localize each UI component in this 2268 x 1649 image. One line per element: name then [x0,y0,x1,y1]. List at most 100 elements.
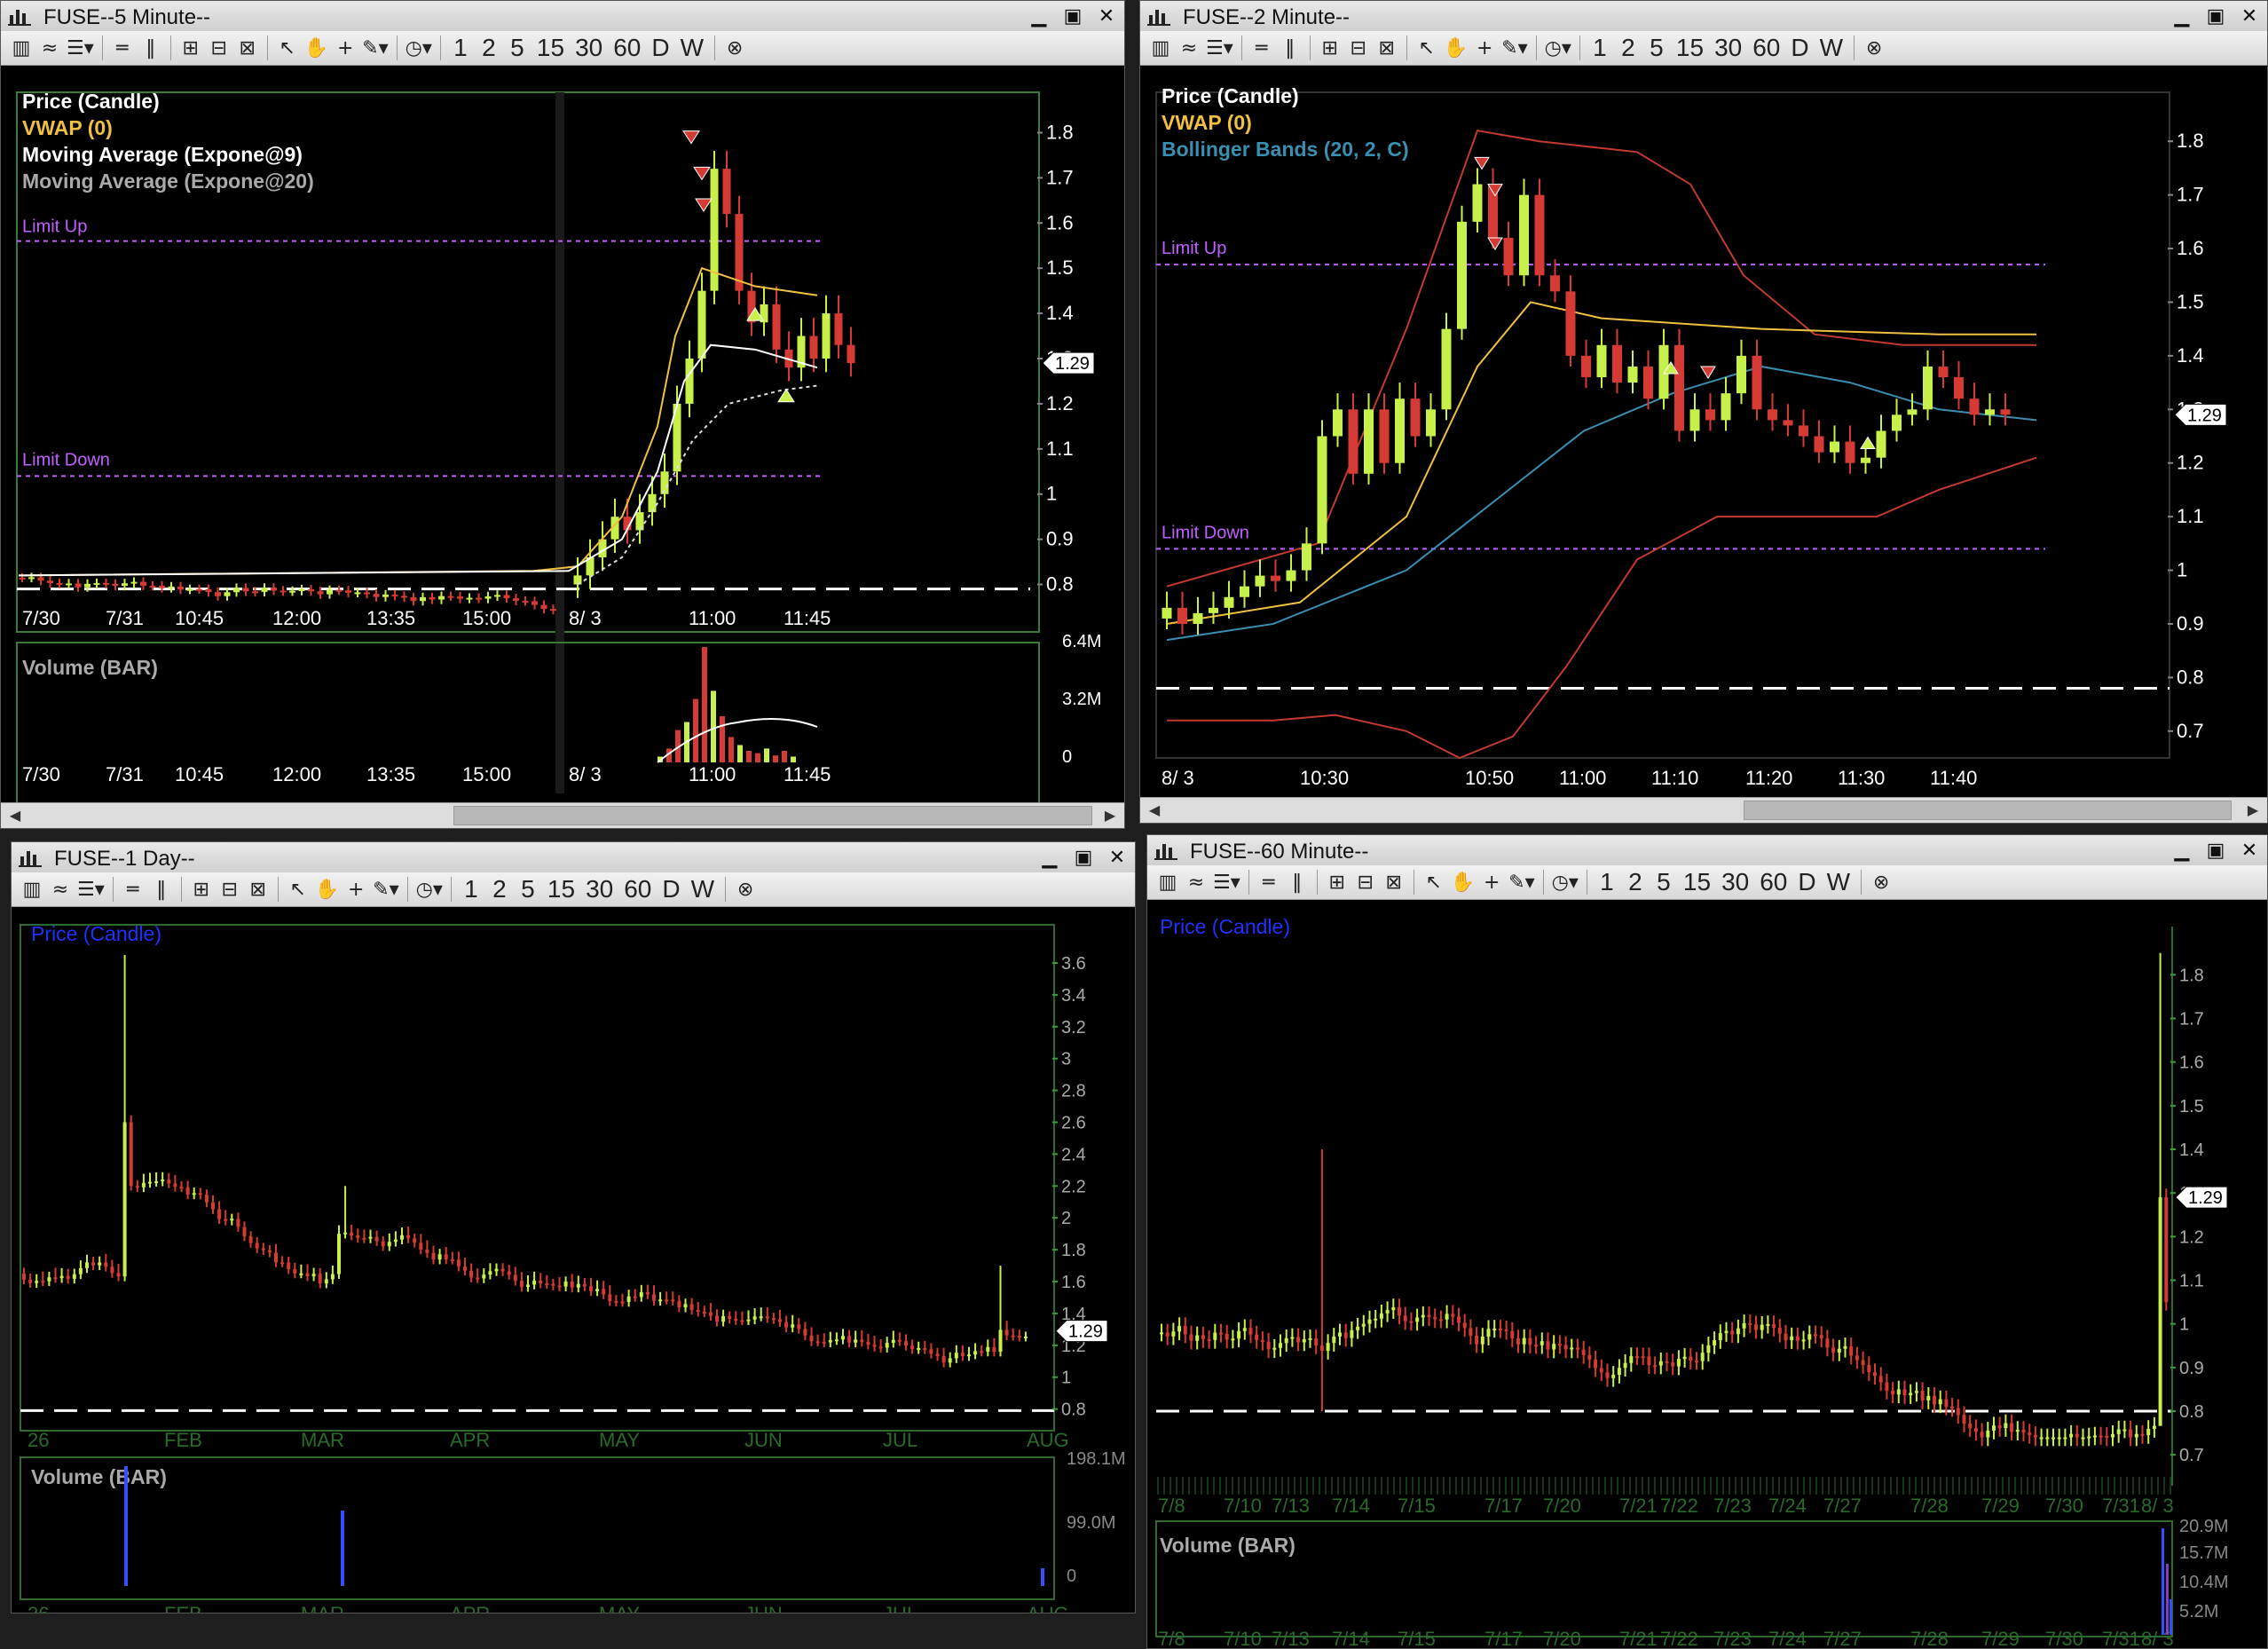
minimize-icon[interactable]: ▁ [1027,4,1051,28]
history-icon[interactable]: ◷▾ [1552,869,1579,896]
crosshair-icon[interactable]: + [1473,35,1496,61]
chart-type-icon[interactable]: ▥ [10,35,33,61]
vertical-line-icon[interactable]: ‖ [139,35,162,61]
interval-button-15[interactable]: 15 [534,34,567,61]
hand-icon[interactable]: ✋ [315,876,339,903]
horizontal-line-icon[interactable]: ═ [122,876,145,903]
zoom-fit-icon[interactable]: ⊠ [1382,869,1406,896]
interval-button-2[interactable]: 2 [477,34,500,61]
interval-button-d[interactable]: D [659,875,682,903]
zoom-in-icon[interactable]: ⊞ [1326,869,1349,896]
scroll-thumb[interactable] [453,806,1092,825]
interval-button-5[interactable]: 5 [1652,868,1675,896]
draw-icon[interactable]: ✎▾ [1501,35,1527,61]
vertical-line-icon[interactable]: ‖ [150,876,173,903]
title-bar[interactable]: FUSE--60 Minute-- ▁ ▣ ✕ [1147,835,2267,866]
horizontal-line-icon[interactable]: ═ [1250,35,1273,61]
pointer-icon[interactable]: ↖ [287,876,310,903]
interval-button-w[interactable]: W [1824,868,1853,896]
draw-icon[interactable]: ✎▾ [362,35,388,61]
hand-icon[interactable]: ✋ [1444,35,1468,61]
draw-icon[interactable]: ✎▾ [373,876,398,903]
maximize-icon[interactable]: ▣ [2203,839,2228,862]
close-icon[interactable]: ✕ [2237,4,2262,28]
interval-button-2[interactable]: 2 [488,875,511,903]
hand-icon[interactable]: ✋ [1451,869,1475,896]
interval-button-d[interactable]: D [1788,34,1811,61]
horizontal-line-icon[interactable]: ═ [1257,869,1280,896]
study-menu-icon[interactable]: ☰▾ [1206,35,1233,61]
study-menu-icon[interactable]: ☰▾ [77,876,105,903]
maximize-icon[interactable]: ▣ [2203,4,2228,28]
scroll-right-icon[interactable]: ▶ [2242,800,2264,821]
pointer-icon[interactable]: ↖ [1415,35,1438,61]
indicator-icon[interactable]: ≈ [49,876,72,903]
close-circle-icon[interactable]: ⊗ [1870,869,1893,896]
zoom-in-icon[interactable]: ⊞ [1319,35,1342,61]
chart-type-icon[interactable]: ▥ [20,876,43,903]
scroll-thumb[interactable] [1744,801,2232,820]
interval-button-30[interactable]: 30 [1719,868,1752,896]
hand-icon[interactable]: ✋ [304,35,328,61]
horizontal-line-icon[interactable]: ═ [111,35,134,61]
zoom-fit-icon[interactable]: ⊠ [236,35,259,61]
close-circle-icon[interactable]: ⊗ [723,35,746,61]
interval-button-1[interactable]: 1 [449,34,472,61]
chart-type-icon[interactable]: ▥ [1149,35,1172,61]
interval-button-5[interactable]: 5 [1645,34,1668,61]
interval-button-1[interactable]: 1 [1595,868,1618,896]
chart-type-icon[interactable]: ▥ [1156,869,1179,896]
interval-button-w[interactable]: W [678,34,706,61]
study-menu-icon[interactable]: ☰▾ [67,35,94,61]
indicator-icon[interactable]: ≈ [1185,869,1208,896]
interval-button-2[interactable]: 2 [1624,868,1647,896]
interval-button-5[interactable]: 5 [516,875,539,903]
zoom-out-icon[interactable]: ⊟ [1354,869,1377,896]
scroll-left-icon[interactable]: ◀ [4,805,26,826]
interval-button-15[interactable]: 15 [1681,868,1713,896]
zoom-in-icon[interactable]: ⊞ [179,35,202,61]
indicator-icon[interactable]: ≈ [38,35,61,61]
pointer-icon[interactable]: ↖ [1422,869,1445,896]
interval-button-30[interactable]: 30 [583,875,616,903]
zoom-fit-icon[interactable]: ⊠ [1375,35,1398,61]
interval-button-15[interactable]: 15 [1673,34,1706,61]
title-bar[interactable]: FUSE--2 Minute-- ▁ ▣ ✕ [1140,1,2267,32]
history-icon[interactable]: ◷▾ [416,876,443,903]
vertical-line-icon[interactable]: ‖ [1286,869,1309,896]
zoom-out-icon[interactable]: ⊟ [1347,35,1370,61]
maximize-icon[interactable]: ▣ [1071,846,1096,869]
study-menu-icon[interactable]: ☰▾ [1213,869,1240,896]
interval-button-60[interactable]: 60 [621,875,654,903]
interval-button-60[interactable]: 60 [1750,34,1783,61]
close-circle-icon[interactable]: ⊗ [734,876,757,903]
close-icon[interactable]: ✕ [1094,4,1119,28]
history-icon[interactable]: ◷▾ [1545,35,1571,61]
interval-button-1[interactable]: 1 [1588,34,1611,61]
interval-button-d[interactable]: D [1795,868,1818,896]
indicator-icon[interactable]: ≈ [1177,35,1201,61]
crosshair-icon[interactable]: + [1480,869,1503,896]
interval-button-60[interactable]: 60 [610,34,643,61]
scroll-left-icon[interactable]: ◀ [1144,800,1165,821]
interval-button-1[interactable]: 1 [460,875,483,903]
minimize-icon[interactable]: ▁ [2170,4,2194,28]
close-icon[interactable]: ✕ [1105,846,1130,869]
interval-button-60[interactable]: 60 [1757,868,1790,896]
interval-button-d[interactable]: D [649,34,672,61]
horizontal-scrollbar[interactable]: ◀ ▶ [1140,797,2267,823]
zoom-fit-icon[interactable]: ⊠ [247,876,270,903]
interval-button-5[interactable]: 5 [506,34,529,61]
interval-button-w[interactable]: W [689,875,717,903]
crosshair-icon[interactable]: + [334,35,357,61]
draw-icon[interactable]: ✎▾ [1508,869,1534,896]
interval-button-30[interactable]: 30 [1712,34,1744,61]
interval-button-30[interactable]: 30 [572,34,605,61]
history-icon[interactable]: ◷▾ [406,35,432,61]
close-icon[interactable]: ✕ [2237,839,2262,862]
zoom-out-icon[interactable]: ⊟ [208,35,231,61]
interval-button-15[interactable]: 15 [545,875,578,903]
maximize-icon[interactable]: ▣ [1060,4,1085,28]
zoom-in-icon[interactable]: ⊞ [190,876,213,903]
crosshair-icon[interactable]: + [344,876,367,903]
